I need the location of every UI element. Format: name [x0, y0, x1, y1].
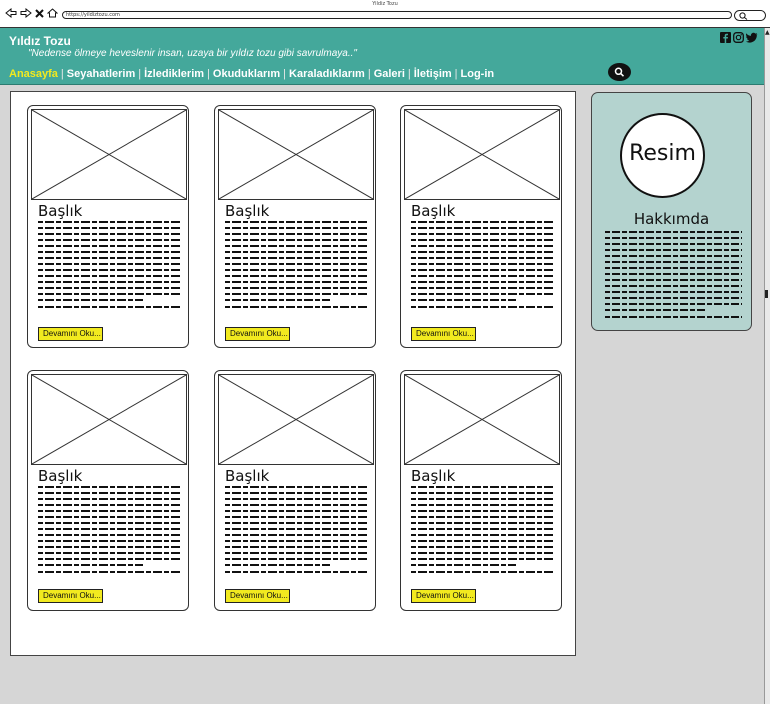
image-placeholder-icon	[404, 109, 560, 200]
home-icon[interactable]	[47, 8, 58, 18]
card-title: Başlık	[38, 202, 83, 220]
read-more-button[interactable]: Devamını Oku...	[411, 589, 476, 603]
card-title: Başlık	[411, 467, 456, 485]
post-card: Başlık Devamını Oku...	[400, 105, 562, 348]
twitter-icon[interactable]	[746, 32, 758, 43]
about-sidebar: Resim Hakkımda	[591, 92, 752, 331]
card-title: Başlık	[411, 202, 456, 220]
forward-arrow-icon[interactable]	[20, 8, 32, 18]
social-links	[720, 32, 758, 43]
post-card: Başlık Devamını Oku...	[27, 105, 189, 348]
post-card: Başlık Devamını Oku...	[214, 105, 376, 348]
image-placeholder-icon	[218, 109, 374, 200]
post-card: Başlık Devamını Oku...	[214, 370, 376, 611]
main-nav: Anasayfa | Seyahatlerim | İzlediklerim |…	[9, 68, 497, 80]
card-body-text	[225, 486, 368, 577]
browser-nav	[5, 8, 58, 18]
main-content-panel: Başlık Devamını Oku... Başlık Devamını O…	[10, 91, 576, 656]
image-placeholder-icon	[404, 374, 560, 465]
nav-item-karaladiklarim[interactable]: Karaladıklarım	[286, 68, 368, 80]
avatar-label: Resim	[629, 141, 696, 166]
about-body-text	[605, 231, 742, 322]
read-more-button[interactable]: Devamını Oku...	[411, 327, 476, 341]
card-title: Başlık	[225, 467, 270, 485]
image-placeholder-icon	[31, 109, 187, 200]
read-more-button[interactable]: Devamını Oku...	[38, 589, 103, 603]
search-button[interactable]	[608, 63, 631, 81]
card-body-text	[225, 221, 368, 312]
nav-item-galeri[interactable]: Galeri	[371, 68, 408, 80]
site-tagline: "Nedense ölmeye heveslenir insan, uzaya …	[28, 48, 357, 59]
card-body-text	[411, 486, 554, 577]
url-bar[interactable]: https://yildiztozu.com	[62, 11, 732, 19]
nav-item-iletisim[interactable]: İletişim	[411, 68, 455, 80]
nav-item-okuduklarim[interactable]: Okuduklarım	[210, 68, 283, 80]
facebook-icon[interactable]	[720, 32, 731, 43]
avatar: Resim	[620, 113, 705, 198]
site-title[interactable]: Yıldız Tozu	[9, 34, 71, 48]
read-more-button[interactable]: Devamını Oku...	[38, 327, 103, 341]
nav-item-anasayfa[interactable]: Anasayfa	[9, 68, 61, 80]
card-title: Başlık	[38, 467, 83, 485]
close-x-icon[interactable]	[35, 8, 44, 18]
browser-search-field[interactable]	[734, 10, 766, 21]
post-card: Başlık Devamını Oku...	[400, 370, 562, 611]
card-title: Başlık	[225, 202, 270, 220]
back-arrow-icon[interactable]	[5, 8, 17, 18]
site-header: Yıldız Tozu "Nedense ölmeye heveslenir i…	[0, 28, 764, 85]
nav-item-log-in[interactable]: Log-in	[458, 68, 498, 80]
nav-item-izlediklerim[interactable]: İzlediklerim	[141, 68, 207, 80]
read-more-button[interactable]: Devamını Oku...	[225, 589, 290, 603]
card-body-text	[411, 221, 554, 312]
instagram-icon[interactable]	[733, 32, 744, 43]
post-card: Başlık Devamını Oku...	[27, 370, 189, 611]
read-more-button[interactable]: Devamını Oku...	[225, 327, 290, 341]
card-body-text	[38, 221, 181, 312]
scrollbar-thumb[interactable]	[765, 290, 768, 298]
scroll-up-arrow-icon[interactable]: ▲	[765, 30, 770, 36]
nav-item-seyahatlerim[interactable]: Seyahatlerim	[64, 68, 138, 80]
image-placeholder-icon	[31, 374, 187, 465]
page-scrollbar[interactable]	[764, 28, 770, 704]
card-body-text	[38, 486, 181, 577]
image-placeholder-icon	[218, 374, 374, 465]
window-title: Yildiz Tozu	[372, 1, 398, 7]
browser-chrome: Yildiz Tozu https://yildiztozu.com	[0, 0, 770, 28]
about-title: Hakkımda	[633, 210, 710, 228]
